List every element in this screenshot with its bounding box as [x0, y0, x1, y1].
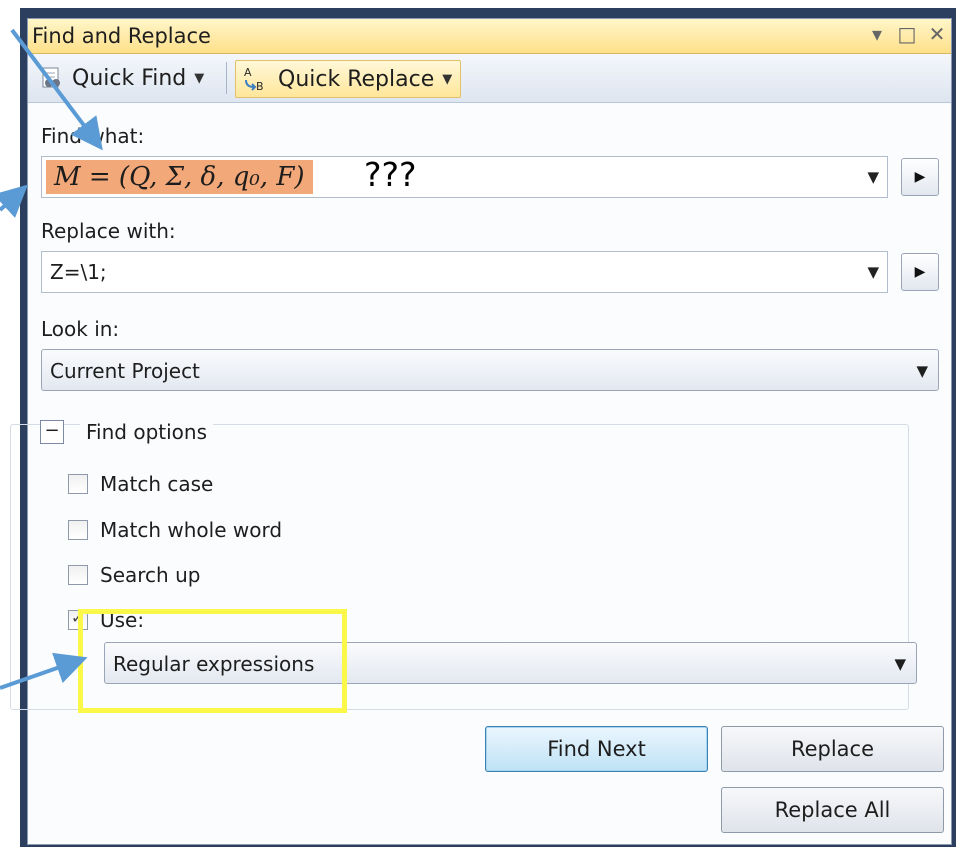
- search-up-option[interactable]: Search up: [68, 563, 200, 587]
- find-next-button[interactable]: Find Next: [485, 726, 708, 772]
- look-in-label: Look in:: [41, 317, 120, 341]
- replace-with-value: Z=\1;: [50, 260, 107, 284]
- replace-with-label: Replace with:: [41, 219, 176, 243]
- replace-expression-builder-button[interactable]: ▶: [901, 253, 939, 291]
- chevron-down-icon: ▼: [916, 362, 928, 380]
- search-up-label: Search up: [100, 563, 201, 587]
- replace-icon: A B: [242, 65, 270, 93]
- look-in-value: Current Project: [50, 359, 200, 383]
- match-whole-word-label: Match whole word: [100, 518, 283, 542]
- chevron-down-icon[interactable]: ▼: [867, 263, 879, 281]
- chevron-down-icon: ▼: [194, 70, 205, 86]
- search-up-checkbox[interactable]: [68, 565, 88, 585]
- arrow-to-find-combo: [0, 184, 28, 218]
- find-options-label: Find options: [80, 420, 213, 444]
- match-whole-word-checkbox[interactable]: [68, 520, 88, 540]
- window-title: Find and Replace: [32, 24, 211, 48]
- replace-with-combo[interactable]: Z=\1; ▼: [41, 251, 888, 293]
- replace-all-button[interactable]: Replace All: [721, 787, 944, 833]
- close-icon[interactable]: ✕: [927, 22, 947, 46]
- quick-replace-button[interactable]: A B Quick Replace ▼: [235, 60, 462, 98]
- pin-dropdown-icon[interactable]: ▾: [867, 22, 887, 46]
- chevron-down-icon: ▼: [894, 655, 906, 673]
- annotation-highlight-box: [78, 609, 347, 713]
- look-in-dropdown[interactable]: Current Project ▼: [41, 349, 939, 391]
- title-bar: Find and Replace ▾ □ ✕: [28, 19, 951, 54]
- match-case-label: Match case: [100, 472, 214, 496]
- find-what-suffix: ???: [364, 155, 417, 194]
- svg-text:B: B: [256, 80, 264, 93]
- maximize-icon[interactable]: □: [897, 22, 917, 46]
- toolbar: Quick Find ▼ A B Quick Replace ▼: [28, 54, 951, 103]
- window-controls: ▾ □ ✕: [867, 22, 947, 46]
- collapse-icon[interactable]: −: [40, 420, 64, 444]
- binoculars-icon: [40, 66, 64, 90]
- find-expression-builder-button[interactable]: ▶: [901, 158, 939, 196]
- match-whole-word-option[interactable]: Match whole word: [68, 518, 282, 542]
- find-what-label: Find what:: [41, 124, 145, 148]
- chevron-down-icon: ▼: [442, 71, 453, 87]
- svg-text:A: A: [244, 66, 252, 79]
- find-what-highlighted-text: M = (Q, Σ, δ, q₀, F): [46, 160, 313, 194]
- match-case-option[interactable]: Match case: [68, 472, 213, 496]
- quick-find-button[interactable]: Quick Find ▼: [40, 60, 204, 96]
- chevron-down-icon[interactable]: ▼: [867, 168, 879, 186]
- quick-replace-label: Quick Replace: [278, 66, 435, 92]
- toolbar-separator: [226, 62, 227, 94]
- match-case-checkbox[interactable]: [68, 474, 88, 494]
- find-what-combo[interactable]: M = (Q, Σ, δ, q₀, F) ??? ▼: [41, 155, 888, 198]
- quick-find-label: Quick Find: [72, 65, 187, 91]
- replace-button[interactable]: Replace: [721, 726, 944, 772]
